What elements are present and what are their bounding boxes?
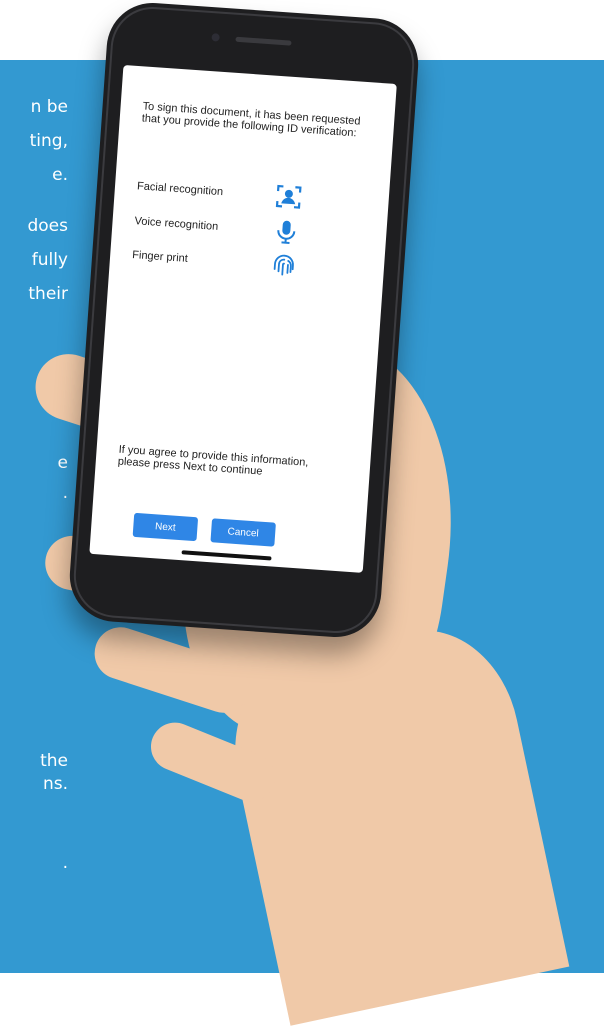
bg-text-fragment: the: [40, 751, 68, 771]
cancel-button[interactable]: Cancel: [210, 518, 276, 547]
phone-screen: To sign this document, it has been reque…: [89, 64, 397, 573]
verification-item-label: Facial recognition: [136, 180, 224, 199]
bg-text-fragment: e.: [52, 165, 68, 185]
bg-text-fragment: n be: [30, 97, 68, 117]
bg-text-fragment: their: [28, 284, 68, 304]
verification-item-facial: Facial recognition: [136, 172, 304, 212]
bg-text-fragment: .: [62, 853, 68, 873]
bg-text-fragment: ns.: [42, 774, 68, 794]
face-id-icon: [275, 184, 302, 209]
verification-item-fingerprint: Finger print: [131, 241, 299, 281]
bg-text-fragment: .: [62, 483, 68, 503]
fingerprint-icon: [273, 254, 294, 276]
bg-text-fragment: e: [57, 453, 68, 473]
verification-item-label: Voice recognition: [134, 215, 219, 233]
consent-text: If you agree to provide this information…: [117, 443, 309, 478]
verification-item-label: Finger print: [131, 249, 189, 265]
home-indicator: [181, 550, 272, 561]
smartphone: To sign this document, it has been reque…: [66, 0, 422, 641]
next-button[interactable]: Next: [132, 512, 199, 542]
bg-text-fragment: fully: [31, 250, 68, 270]
microphone-icon: [277, 220, 296, 244]
verification-item-voice: Voice recognition: [134, 207, 302, 247]
verification-intro-text: To sign this document, it has been reque…: [141, 100, 361, 140]
bg-text-fragment: does: [27, 216, 68, 236]
bg-text-fragment: ting,: [29, 131, 68, 151]
